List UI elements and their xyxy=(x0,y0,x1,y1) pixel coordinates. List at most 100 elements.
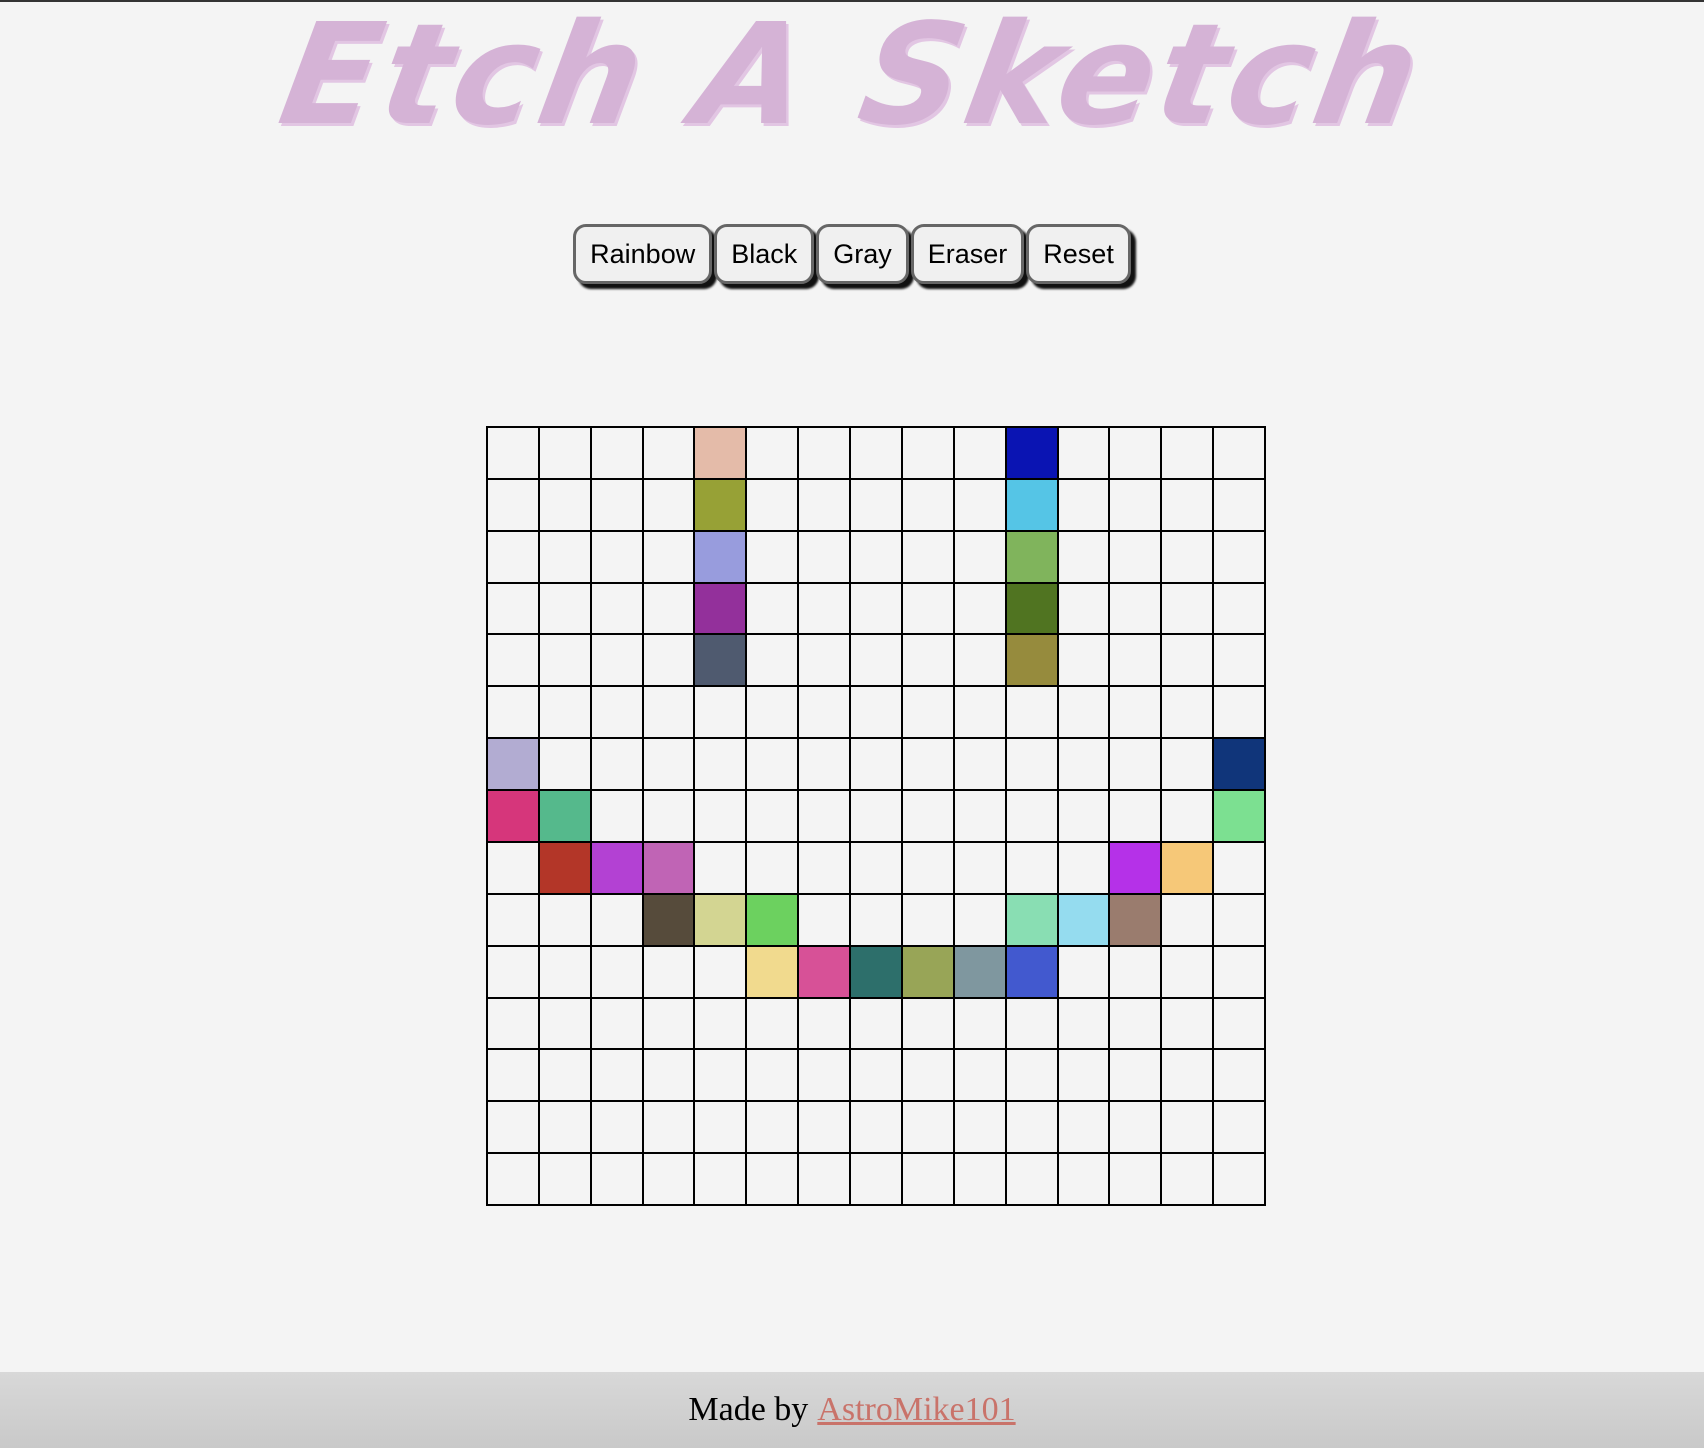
grid-cell[interactable] xyxy=(538,945,591,998)
grid-cell[interactable] xyxy=(901,1153,954,1205)
grid-cell[interactable] xyxy=(901,738,954,791)
grid-cell[interactable] xyxy=(746,530,799,583)
grid-cell[interactable] xyxy=(1109,893,1162,946)
grid-cell[interactable] xyxy=(953,790,1006,842)
grid-cell[interactable] xyxy=(642,738,695,791)
grid-cell[interactable] xyxy=(953,893,1006,946)
grid-cell[interactable] xyxy=(1005,427,1058,479)
grid-cell[interactable] xyxy=(1213,427,1265,479)
grid-cell[interactable] xyxy=(901,478,954,531)
grid-cell[interactable] xyxy=(1057,686,1110,739)
grid-cell[interactable] xyxy=(694,997,747,1050)
grid-cell[interactable] xyxy=(694,582,747,635)
grid-cell[interactable] xyxy=(538,634,591,687)
grid-cell[interactable] xyxy=(487,1153,539,1205)
grid-cell[interactable] xyxy=(1005,997,1058,1050)
grid-cell[interactable] xyxy=(901,530,954,583)
grid-cell[interactable] xyxy=(850,997,902,1050)
grid-cell[interactable] xyxy=(590,582,643,635)
grid-cell[interactable] xyxy=(1161,478,1214,531)
grid-cell[interactable] xyxy=(538,893,591,946)
grid-cell[interactable] xyxy=(694,427,747,479)
grid-cell[interactable] xyxy=(1213,1101,1265,1154)
grid-cell[interactable] xyxy=(901,1101,954,1154)
grid-cell[interactable] xyxy=(1109,790,1162,842)
grid-cell[interactable] xyxy=(642,790,695,842)
grid-cell[interactable] xyxy=(798,530,851,583)
grid-cell[interactable] xyxy=(1005,634,1058,687)
grid-cell[interactable] xyxy=(901,790,954,842)
grid-cell[interactable] xyxy=(487,945,539,998)
grid-cell[interactable] xyxy=(953,841,1006,894)
grid-cell[interactable] xyxy=(901,582,954,635)
grid-cell[interactable] xyxy=(1161,686,1214,739)
grid-cell[interactable] xyxy=(590,1101,643,1154)
grid-cell[interactable] xyxy=(1161,790,1214,842)
grid-cell[interactable] xyxy=(746,790,799,842)
grid-cell[interactable] xyxy=(590,427,643,479)
grid-cell[interactable] xyxy=(798,478,851,531)
grid-cell[interactable] xyxy=(694,530,747,583)
grid-cell[interactable] xyxy=(642,1153,695,1205)
grid-cell[interactable] xyxy=(1005,1153,1058,1205)
grid-cell[interactable] xyxy=(746,997,799,1050)
grid-cell[interactable] xyxy=(798,1153,851,1205)
grid-cell[interactable] xyxy=(746,841,799,894)
grid-cell[interactable] xyxy=(538,427,591,479)
sketch-grid[interactable] xyxy=(486,426,1266,1206)
grid-cell[interactable] xyxy=(538,738,591,791)
grid-cell[interactable] xyxy=(1057,1101,1110,1154)
grid-cell[interactable] xyxy=(850,790,902,842)
grid-cell[interactable] xyxy=(798,634,851,687)
grid-cell[interactable] xyxy=(694,1049,747,1102)
grid-cell[interactable] xyxy=(1005,790,1058,842)
grid-cell[interactable] xyxy=(953,582,1006,635)
grid-cell[interactable] xyxy=(746,893,799,946)
grid-cell[interactable] xyxy=(1213,530,1265,583)
grid-cell[interactable] xyxy=(1109,530,1162,583)
grid-cell[interactable] xyxy=(1161,893,1214,946)
grid-cell[interactable] xyxy=(487,893,539,946)
grid-cell[interactable] xyxy=(642,1101,695,1154)
grid-cell[interactable] xyxy=(694,790,747,842)
grid-cell[interactable] xyxy=(538,790,591,842)
grid-cell[interactable] xyxy=(746,478,799,531)
grid-cell[interactable] xyxy=(953,1153,1006,1205)
grid-cell[interactable] xyxy=(642,1049,695,1102)
grid-cell[interactable] xyxy=(1109,634,1162,687)
grid-cell[interactable] xyxy=(901,945,954,998)
grid-cell[interactable] xyxy=(487,582,539,635)
grid-cell[interactable] xyxy=(746,1049,799,1102)
grid-cell[interactable] xyxy=(590,893,643,946)
grid-cell[interactable] xyxy=(1109,841,1162,894)
grid-cell[interactable] xyxy=(642,478,695,531)
grid-cell[interactable] xyxy=(1005,582,1058,635)
grid-cell[interactable] xyxy=(694,893,747,946)
grid-cell[interactable] xyxy=(1005,841,1058,894)
grid-cell[interactable] xyxy=(538,686,591,739)
grid-cell[interactable] xyxy=(694,1101,747,1154)
grid-cell[interactable] xyxy=(1109,945,1162,998)
grid-cell[interactable] xyxy=(1005,478,1058,531)
grid-cell[interactable] xyxy=(487,790,539,842)
grid-cell[interactable] xyxy=(1057,790,1110,842)
grid-cell[interactable] xyxy=(1161,427,1214,479)
grid-cell[interactable] xyxy=(538,478,591,531)
grid-cell[interactable] xyxy=(1161,634,1214,687)
grid-cell[interactable] xyxy=(694,841,747,894)
grid-cell[interactable] xyxy=(1213,997,1265,1050)
grid-cell[interactable] xyxy=(1005,945,1058,998)
grid-cell[interactable] xyxy=(1161,738,1214,791)
grid-cell[interactable] xyxy=(590,997,643,1050)
grid-cell[interactable] xyxy=(746,427,799,479)
grid-cell[interactable] xyxy=(850,841,902,894)
grid-cell[interactable] xyxy=(1213,582,1265,635)
grid-cell[interactable] xyxy=(590,945,643,998)
grid-cell[interactable] xyxy=(746,582,799,635)
grid-cell[interactable] xyxy=(901,634,954,687)
grid-cell[interactable] xyxy=(694,634,747,687)
grid-cell[interactable] xyxy=(590,841,643,894)
grid-cell[interactable] xyxy=(1109,686,1162,739)
grid-cell[interactable] xyxy=(746,945,799,998)
grid-cell[interactable] xyxy=(642,841,695,894)
